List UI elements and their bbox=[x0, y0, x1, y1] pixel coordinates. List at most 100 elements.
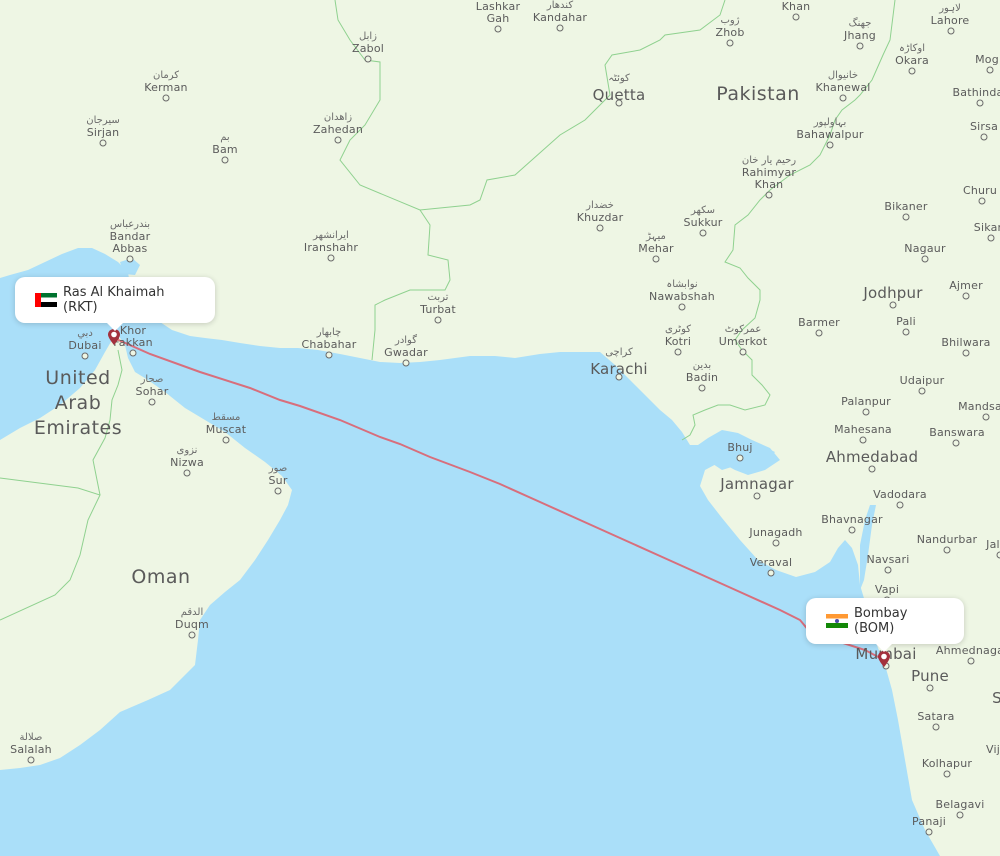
city-dot-turbat bbox=[434, 316, 442, 324]
city-dot-sukkur bbox=[699, 229, 707, 237]
city-label-salalah: صلالة Salalah bbox=[10, 732, 52, 756]
city-label-nawabshah: نوابشاہ Nawabshah bbox=[649, 279, 715, 303]
city-dot-bahawalpur bbox=[826, 141, 834, 149]
city-name: Jodhpur bbox=[863, 284, 923, 302]
city-dot-khuzdar bbox=[596, 224, 604, 232]
city-name: Palanpur bbox=[841, 395, 891, 408]
city-label-jalgaon: Jal bbox=[986, 539, 1000, 551]
city-label-khuzdar: خضدار Khuzdar bbox=[577, 200, 624, 224]
city-label-umerkot: عمرکوٹ Umerkot bbox=[719, 324, 767, 348]
city-dot-udaipur bbox=[918, 387, 926, 395]
city-name: Sikar bbox=[973, 221, 1000, 234]
city-name: Sirsa bbox=[969, 120, 999, 133]
city-name: Khan bbox=[754, 178, 784, 191]
city-name: Pali bbox=[896, 315, 916, 328]
city-dot-mandsaur bbox=[982, 413, 990, 421]
city-name: Gwadar bbox=[384, 346, 428, 359]
city-label-lahore: لاہور Lahore bbox=[931, 3, 970, 27]
city-label-banswara: Banswara bbox=[929, 427, 985, 439]
india-flag-icon bbox=[826, 614, 848, 628]
city-name: Bam bbox=[212, 143, 238, 156]
city-label-bahawalpur: بہاولپور Bahawalpur bbox=[796, 117, 863, 141]
city-name: Jamnagar bbox=[720, 475, 794, 493]
city-name: Badin bbox=[685, 371, 719, 384]
city-label-muscat: مسقط Muscat bbox=[206, 412, 247, 436]
city-label-sirjan: سیرجان Sirjan bbox=[86, 115, 120, 139]
city-name: Navsari bbox=[866, 553, 910, 566]
city-label-pune: Pune bbox=[911, 668, 949, 684]
city-dot-barmer bbox=[815, 329, 823, 337]
city-dot-jalgaon bbox=[996, 551, 1000, 559]
city-dot-nizwa bbox=[183, 469, 191, 477]
city-name: Bathinda bbox=[952, 86, 1000, 99]
destination-marker-icon[interactable] bbox=[877, 650, 891, 668]
city-label-zhob: ژوب Zhob bbox=[715, 15, 744, 39]
country-label-uae-line2: Arab bbox=[54, 392, 102, 414]
city-dot-khanewal bbox=[839, 94, 847, 102]
city-label-udaipur: Udaipur bbox=[900, 375, 945, 387]
city-dot-satara bbox=[932, 723, 940, 731]
city-dot-navsari bbox=[884, 566, 892, 574]
city-label-jhang: جھنگ Jhang bbox=[844, 18, 876, 42]
city-dot-muscat bbox=[222, 436, 230, 444]
city-label-bikaner: Bikaner bbox=[884, 201, 927, 213]
city-dot-khan bbox=[792, 13, 800, 21]
city-name: Nagaur bbox=[904, 242, 946, 255]
city-dot-panaji bbox=[925, 828, 933, 836]
city-name: Kolhapur bbox=[921, 757, 973, 770]
uae-flag-icon bbox=[35, 293, 57, 307]
city-name: Turbat bbox=[420, 303, 456, 316]
city-label-native-script: کوئٹہ bbox=[608, 73, 630, 84]
city-label-kolhapur: Kolhapur bbox=[922, 758, 972, 770]
city-label-bhilwara: Bhilwara bbox=[941, 337, 990, 349]
city-name: Sohar bbox=[135, 385, 169, 398]
city-label-palanpur: Palanpur bbox=[841, 396, 891, 408]
city-dot-nagaur bbox=[921, 255, 929, 263]
country-label-oman: Oman bbox=[131, 566, 191, 588]
city-dot-bandar-abbas bbox=[126, 255, 134, 263]
country-label-uae-line1: United bbox=[45, 367, 111, 389]
city-dot-chabahar bbox=[325, 351, 333, 359]
city-label-bhavnagar: Bhavnagar bbox=[821, 514, 883, 526]
city-dot-pune bbox=[926, 684, 934, 692]
city-dot-zahedan bbox=[334, 136, 342, 144]
city-name: Jhang bbox=[844, 29, 876, 42]
city-dot-sohar bbox=[148, 398, 156, 406]
city-label-s-label: S bbox=[992, 690, 1000, 706]
city-name: Belagavi bbox=[935, 798, 985, 811]
city-label-sur: صور Sur bbox=[268, 463, 287, 487]
city-label-panaji: Panaji bbox=[912, 816, 946, 828]
city-dot-vadodara bbox=[896, 501, 904, 509]
city-dot-zabol bbox=[364, 55, 372, 63]
city-dot-churu bbox=[978, 197, 986, 205]
city-name: Khan bbox=[781, 0, 811, 13]
origin-airport-popup[interactable]: Ras Al Khaimah (RKT) bbox=[15, 277, 215, 331]
city-name: Jal bbox=[986, 538, 1000, 551]
city-dot-sur bbox=[274, 487, 282, 495]
city-label-mandsaur: Mandsa bbox=[958, 401, 1000, 413]
city-name: Vapi bbox=[874, 583, 900, 596]
city-name: Chabahar bbox=[301, 338, 357, 351]
destination-airport-popup[interactable]: Bombay (BOM) bbox=[806, 598, 964, 652]
city-label-native-script: کراچی bbox=[605, 347, 633, 358]
city-label-mahesana: Mahesana bbox=[834, 424, 892, 436]
city-label-turbat: تربت Turbat bbox=[420, 292, 456, 316]
city-dot-lahore bbox=[947, 27, 955, 35]
city-name: Bhuj bbox=[727, 441, 753, 454]
city-dot-bhavnagar bbox=[848, 526, 856, 534]
city-label-badin: بدین Badin bbox=[686, 360, 718, 384]
city-label-moga: Mog bbox=[975, 54, 999, 66]
city-name: Udaipur bbox=[899, 374, 945, 387]
city-name: Kandahar bbox=[532, 11, 588, 24]
city-name: Churu bbox=[962, 184, 998, 197]
city-dot-mahesana bbox=[859, 436, 867, 444]
city-name: Mandsa bbox=[958, 400, 1000, 413]
city-label-satara: Satara bbox=[917, 711, 954, 723]
city-name: Khanewal bbox=[815, 81, 871, 94]
city-name: Zabol bbox=[351, 42, 385, 55]
city-name: Junagadh bbox=[749, 526, 803, 539]
city-dot-sirsa bbox=[980, 133, 988, 141]
city-name: Kotri bbox=[664, 335, 692, 348]
city-label-vijayapura: Vij bbox=[986, 744, 1000, 756]
flight-route-map[interactable]: Pakistan Oman United Arab Emirates Lashk… bbox=[0, 0, 1000, 856]
